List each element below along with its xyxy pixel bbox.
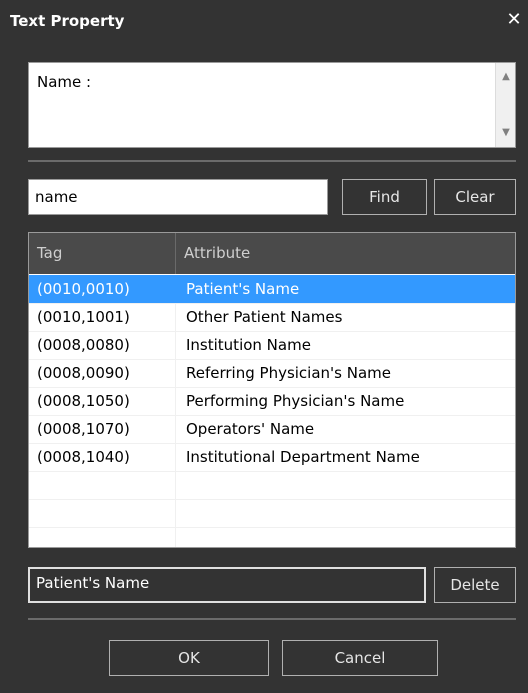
attribute-cell: Referring Physician's Name <box>186 364 392 382</box>
tag-cell: (0010,1001) <box>29 303 176 331</box>
attribute-cell <box>176 527 515 547</box>
table-row[interactable]: (0008,0090) Referring Physician's Name <box>29 359 515 388</box>
name-label: Name : <box>37 73 92 91</box>
table-row[interactable]: (0008,1070) Operators' Name <box>29 415 515 444</box>
search-input[interactable]: name <box>28 179 328 215</box>
attribute-cell: Other Patient Names <box>186 308 343 326</box>
table-row[interactable]: (0008,0080) Institution Name <box>29 331 515 360</box>
scroll-down-arrow-icon[interactable]: ▼ <box>496 123 516 143</box>
table-header: Tag Attribute <box>29 233 515 274</box>
attribute-cell: Operators' Name <box>186 420 315 438</box>
divider <box>28 618 516 620</box>
column-header-tag[interactable]: Tag <box>29 233 176 274</box>
close-icon[interactable]: ✕ <box>504 10 524 30</box>
cancel-button[interactable]: Cancel <box>282 640 438 676</box>
scroll-up-arrow-icon[interactable]: ▲ <box>496 67 516 87</box>
delete-button[interactable]: Delete <box>434 567 516 603</box>
tag-cell: (0008,1070) <box>29 415 176 443</box>
empty-row <box>29 527 515 547</box>
attribute-cell: Patient's Name <box>186 280 300 298</box>
tag-name-field[interactable]: Patient's Name <box>28 567 426 603</box>
tag-cell: (0008,1040) <box>29 443 176 471</box>
empty-row <box>29 471 515 500</box>
attribute-cell: Performing Physician's Name <box>186 392 405 410</box>
tag-cell: (0008,1050) <box>29 387 176 415</box>
table-row[interactable]: (0008,1050) Performing Physician's Name <box>29 387 515 416</box>
table-row[interactable]: (0010,0010) Patient's Name <box>29 275 515 304</box>
name-scrollbar[interactable]: ▲ ▼ <box>495 63 515 147</box>
find-button[interactable]: Find <box>342 179 427 215</box>
attribute-cell: Institutional Department Name <box>186 448 420 466</box>
column-header-attribute[interactable]: Attribute <box>176 233 515 274</box>
attribute-cell: Institution Name <box>186 336 311 354</box>
name-text-area[interactable]: Name : ▲ ▼ <box>28 62 516 148</box>
tag-cell: (0008,0080) <box>29 331 176 359</box>
ok-button[interactable]: OK <box>109 640 269 676</box>
table-row[interactable]: (0008,1040) Institutional Department Name <box>29 443 515 472</box>
tag-cell: (0010,0010) <box>29 275 176 303</box>
attribute-cell <box>176 471 515 499</box>
clear-button[interactable]: Clear <box>434 179 516 215</box>
tag-cell <box>29 499 176 527</box>
divider <box>28 160 516 162</box>
tag-cell: (0008,0090) <box>29 359 176 387</box>
attribute-cell <box>176 499 515 527</box>
empty-row <box>29 499 515 528</box>
tag-cell <box>29 527 176 547</box>
tag-table: Tag Attribute (0010,0010) Patient's Name(… <box>28 232 516 548</box>
table-row[interactable]: (0010,1001) Other Patient Names <box>29 303 515 332</box>
tag-cell <box>29 471 176 499</box>
dialog-title: Text Property <box>10 12 125 30</box>
